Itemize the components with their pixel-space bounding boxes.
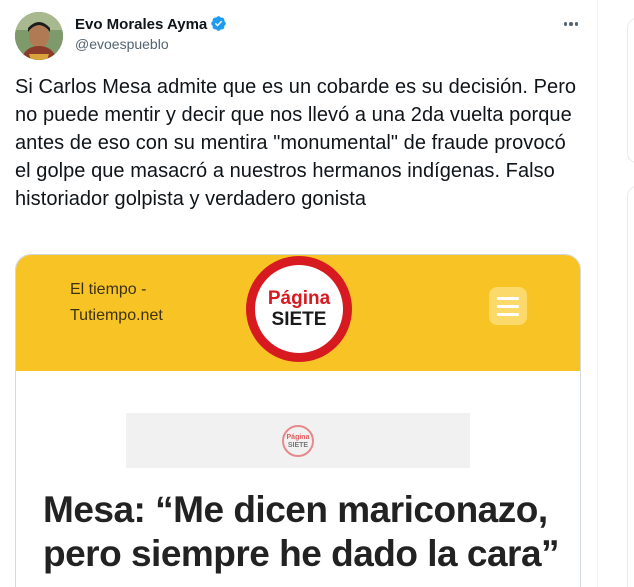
- column-divider: [597, 0, 598, 587]
- weather-line-2: Tutiempo.net: [70, 307, 163, 324]
- ad-placeholder: Página SIETE: [126, 413, 470, 468]
- hamburger-menu-icon[interactable]: [489, 287, 527, 325]
- card-site-header: El tiempo - Tutiempo.net Página SIETE Di…: [16, 255, 580, 371]
- logo-text-top: Página: [268, 288, 331, 309]
- logo-text-bottom: SIETE: [272, 309, 327, 330]
- sidebar-card: [627, 18, 634, 163]
- avatar[interactable]: [15, 12, 63, 60]
- verified-badge-icon: [210, 15, 227, 32]
- tweet-header: Evo Morales Ayma @evoespueblo: [15, 12, 585, 60]
- mini-logo-bottom: SIETE: [288, 442, 309, 449]
- article-headline[interactable]: Mesa: “Me dicen mariconazo, pero siempre…: [43, 488, 563, 576]
- author-name[interactable]: Evo Morales Ayma: [75, 15, 227, 33]
- weather-widget[interactable]: El tiempo - Tutiempo.net: [70, 277, 163, 329]
- pagina-siete-logo[interactable]: Página SIETE Diario Nacional Independien…: [245, 255, 353, 363]
- tweet-text: Si Carlos Mesa admite que es un cobarde …: [15, 76, 577, 210]
- weather-line-1: El tiempo -: [70, 281, 147, 298]
- author-handle[interactable]: @evoespueblo: [75, 36, 169, 52]
- link-preview-card[interactable]: El tiempo - Tutiempo.net Página SIETE Di…: [15, 254, 581, 587]
- mini-logo: Página SIETE: [282, 425, 314, 457]
- mini-logo-top: Página: [287, 434, 310, 441]
- sidebar-card-2: [627, 186, 634, 587]
- more-icon[interactable]: [558, 14, 584, 34]
